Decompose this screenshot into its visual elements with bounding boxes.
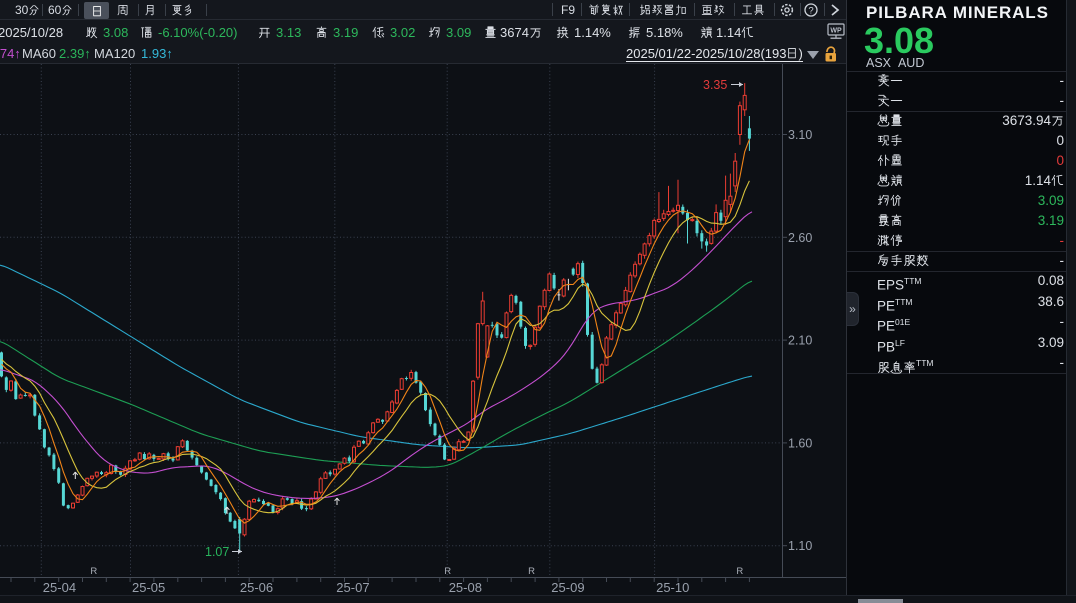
svg-text:1.10: 1.10 [788, 539, 812, 553]
svg-text:R: R [528, 566, 535, 577]
svg-text:3.35: 3.35 [703, 78, 727, 92]
svg-text:1.60: 1.60 [788, 436, 812, 450]
svg-text:2.60: 2.60 [788, 231, 812, 245]
svg-text:2.10: 2.10 [788, 334, 812, 348]
svg-text:R: R [444, 566, 451, 577]
svg-text:WP: WP [830, 28, 842, 35]
svg-text:25-09: 25-09 [551, 580, 584, 595]
svg-text:1.07: 1.07 [205, 545, 229, 559]
svg-text:25-10: 25-10 [656, 580, 689, 595]
svg-text:25-07: 25-07 [336, 580, 369, 595]
svg-text:25-05: 25-05 [132, 580, 165, 595]
svg-text:R: R [736, 566, 743, 577]
svg-text:?: ? [808, 6, 813, 17]
svg-text:R: R [90, 566, 97, 577]
svg-text:25-04: 25-04 [43, 580, 76, 595]
svg-text:3.10: 3.10 [788, 128, 812, 142]
svg-text:25-06: 25-06 [240, 580, 273, 595]
svg-text:25-08: 25-08 [449, 580, 482, 595]
